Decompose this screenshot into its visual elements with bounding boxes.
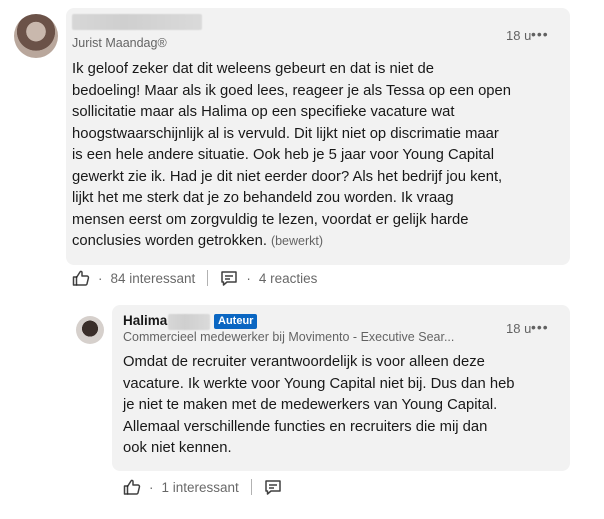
- comment-timestamp: 18 u: [506, 28, 532, 43]
- thumbs-up-icon[interactable]: [123, 479, 141, 495]
- separator-dot: ·: [98, 270, 103, 286]
- reply-author-headline: Commercieel medewerker bij Movimento - E…: [123, 330, 455, 344]
- commenter-avatar[interactable]: [14, 14, 58, 58]
- comment-text-line: sollicitatie maar als Halima op een spec…: [72, 104, 455, 120]
- reply-text-line: Omdat de recruiter verantwoordelijk is v…: [123, 354, 485, 370]
- reply-text-line: vacature. Ik werkte voor Young Capital n…: [123, 375, 515, 392]
- comment-text-line: conclusies worden getrokken.: [72, 233, 267, 249]
- separator-dot: ·: [246, 270, 251, 286]
- author-badge: Auteur: [214, 314, 258, 329]
- comment-text-line: mensen eerst om zorgvuldig te lezen, voo…: [72, 211, 469, 228]
- action-divider: [207, 270, 209, 286]
- comment-icon[interactable]: [264, 479, 282, 495]
- comment-more-options-button[interactable]: •••: [531, 26, 549, 42]
- reply-timestamp: 18 u: [506, 321, 532, 336]
- comment-text-line: lijkt het me sterk dat je zo behandeld z…: [72, 190, 454, 206]
- reply-text-line: Allemaal verschillende functies en recru…: [123, 418, 488, 435]
- reply-count[interactable]: 4 reacties: [259, 271, 318, 286]
- reply-more-options-button[interactable]: •••: [531, 319, 549, 335]
- reply-text-line: ook niet kennen.: [123, 440, 232, 456]
- reply-author-name[interactable]: Halima: [123, 313, 167, 328]
- comment-icon[interactable]: [220, 270, 238, 286]
- comment-text-line: Ik geloof zeker dat dit weleens gebeurt …: [72, 61, 434, 77]
- reply-text: Omdat de recruiter verantwoordelijk is v…: [123, 352, 563, 460]
- separator-dot: ·: [149, 479, 154, 495]
- comment-text-line: is een hele andere situatie. Ook heb je …: [72, 147, 495, 163]
- comment-actions: · 84 interessant · 4 reacties: [72, 270, 317, 286]
- redacted-commenter-name: [72, 14, 202, 30]
- reply-text-line: je niet te maken met de medewerkers van …: [123, 397, 498, 413]
- comment-text-line: hoogstwaarschijnlijk al is vervuld. Dit …: [72, 125, 499, 142]
- redacted-reply-author-name: [168, 314, 210, 330]
- commenter-headline: Jurist Maandag®: [72, 36, 167, 50]
- comment-text: Ik geloof zeker dat dit weleens gebeurt …: [72, 59, 562, 253]
- action-divider: [250, 479, 252, 495]
- reply-author-avatar[interactable]: [76, 316, 104, 344]
- comment-text-line: bedoeling! Maar als ik goed lees, reagee…: [72, 82, 511, 99]
- reaction-count[interactable]: 1 interessant: [162, 480, 239, 495]
- comment-text-line: gewerkt zie ik. Had je dit niet eerder d…: [72, 168, 503, 185]
- edited-label: (bewerkt): [270, 234, 324, 248]
- comment-text-last-line: conclusies worden getrokken. (bewerkt): [72, 231, 562, 253]
- reply-actions: · 1 interessant: [123, 479, 282, 495]
- reaction-count[interactable]: 84 interessant: [111, 271, 196, 286]
- thumbs-up-icon[interactable]: [72, 270, 90, 286]
